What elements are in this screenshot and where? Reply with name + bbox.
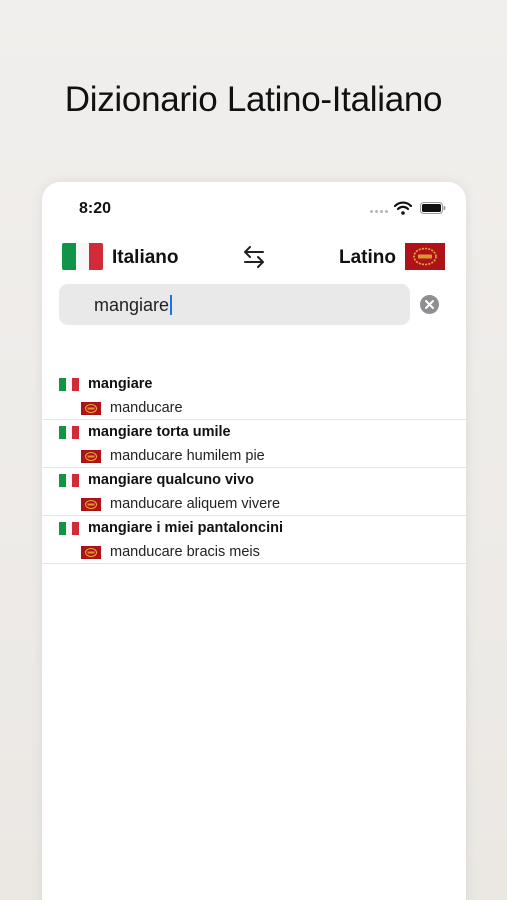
source-language-label[interactable]: Italiano (112, 247, 179, 269)
target-language-label[interactable]: Latino (339, 247, 396, 269)
spqr-flag-icon[interactable] (405, 243, 445, 270)
latin-translation-row[interactable]: manducare humilem pie (81, 446, 265, 466)
spqr-flag-icon (81, 545, 101, 559)
latin-translation-row[interactable]: manducare (81, 398, 183, 418)
search-input[interactable]: mangiare (59, 284, 410, 325)
spqr-flag-icon (81, 449, 101, 463)
italian-flag-icon (59, 377, 80, 391)
italian-term: mangiare i miei pantaloncini (88, 520, 283, 536)
signal-dots-icon (370, 210, 388, 213)
italian-flag-icon (59, 473, 80, 487)
search-input-text[interactable]: mangiare (94, 295, 173, 316)
clear-circle-icon[interactable] (420, 295, 439, 314)
text-caret (170, 295, 173, 315)
spqr-flag-icon (81, 401, 101, 415)
result-entry[interactable]: mangiare qualcuno vivo manducare aliquem … (42, 468, 466, 516)
italian-term-row[interactable]: mangiare torta umile (59, 422, 231, 442)
italian-term-row[interactable]: mangiare qualcuno vivo (59, 470, 254, 490)
italian-flag-icon (59, 521, 80, 535)
app-store-headline: Dizionario Latino-Italiano (64, 80, 443, 119)
spqr-flag-icon (81, 497, 101, 511)
latin-translation: manducare bracis meis (110, 544, 260, 560)
italian-term: mangiare (88, 376, 153, 392)
italian-term-row[interactable]: mangiare i miei pantaloncini (59, 518, 283, 538)
result-entry[interactable]: mangiare i miei pantaloncini manducare br… (42, 516, 466, 564)
italian-term: mangiare qualcuno vivo (88, 472, 254, 488)
result-entry[interactable]: mangiare torta umile manducare humilem pi… (42, 420, 466, 468)
status-time: 8:20 (79, 200, 112, 217)
result-entry[interactable]: mangiare manducare (42, 372, 466, 420)
swap-arrows-icon[interactable] (242, 244, 266, 270)
italian-flag-icon[interactable] (62, 243, 103, 270)
latin-translation-row[interactable]: manducare bracis meis (81, 542, 260, 562)
battery-icon (420, 202, 446, 214)
latin-translation: manducare aliquem vivere (110, 496, 281, 512)
results-list: mangiare manducare mangiare torta umile man… (42, 372, 466, 564)
italian-term: mangiare torta umile (88, 424, 231, 440)
italian-flag-icon (59, 425, 80, 439)
status-bar: 8:20 (42, 182, 466, 232)
phone-screen: 8:20 Italiano Latino mangiare mangiare m… (42, 182, 466, 900)
latin-translation: manducare humilem pie (110, 448, 265, 464)
latin-translation: manducare (110, 400, 183, 416)
latin-translation-row[interactable]: manducare aliquem vivere (81, 494, 280, 514)
italian-term-row[interactable]: mangiare (59, 374, 152, 394)
language-bar: Italiano Latino (42, 240, 466, 276)
wifi-icon (394, 201, 412, 215)
